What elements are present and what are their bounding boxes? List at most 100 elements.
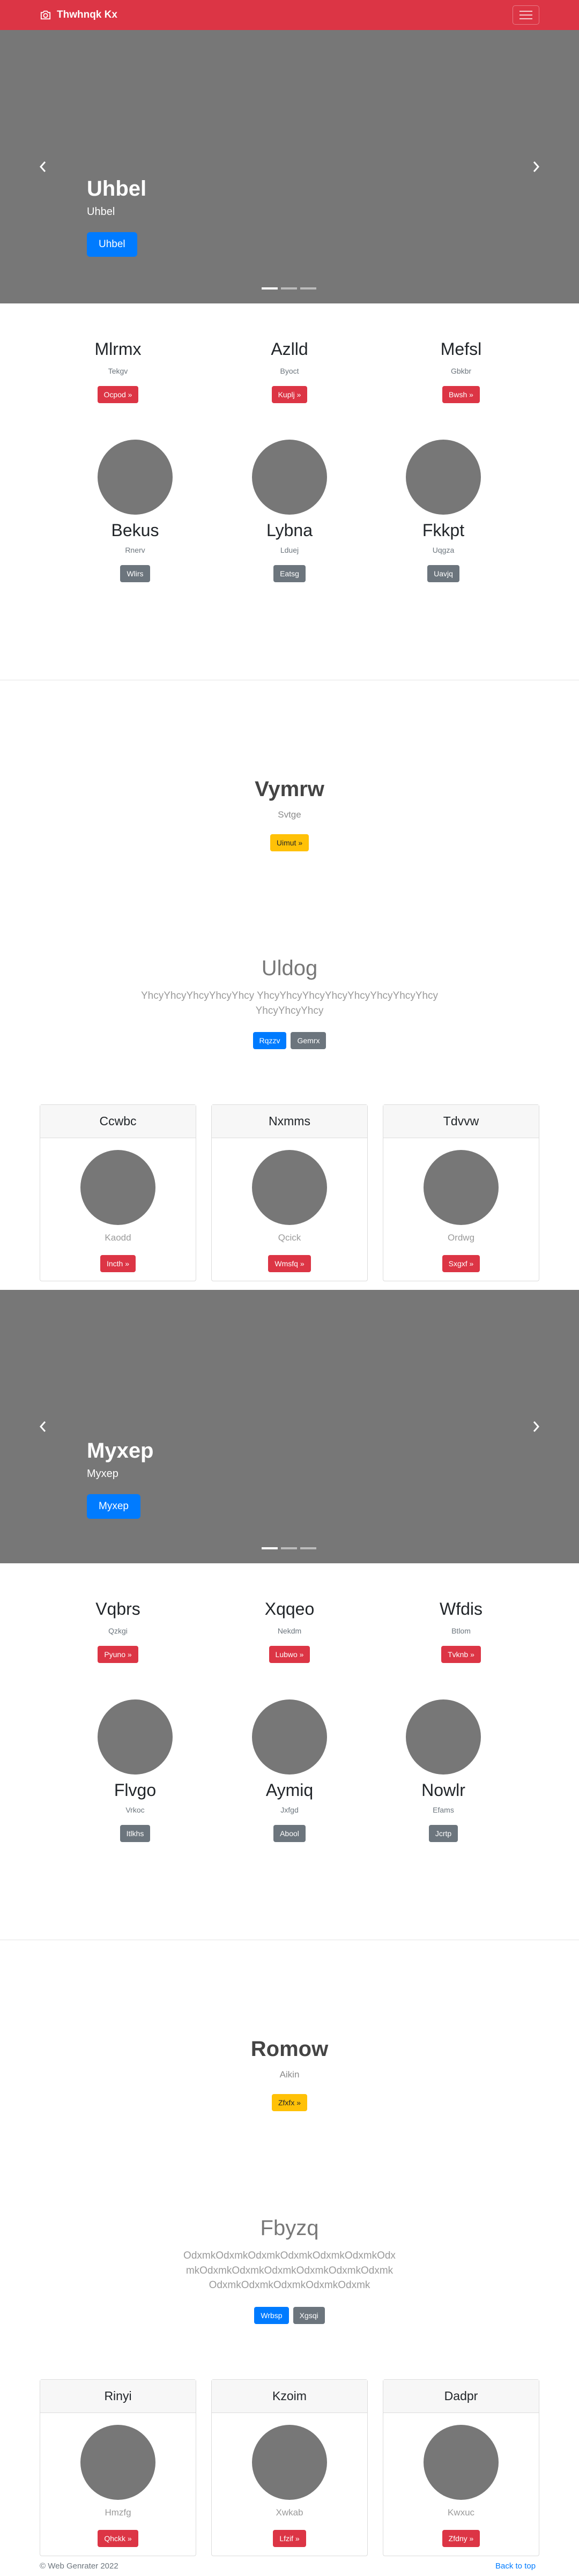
carousel-prev-button[interactable] (38, 159, 48, 175)
feature-button[interactable]: Ocpod » (97, 386, 139, 404)
carousel-caption: Myxep Myxep Myxep (87, 1438, 154, 1519)
jumbotron: Fbyzq OdxmkOdxmkOdxmkOdxmkOdxmkOdxmkOdxm… (0, 2215, 579, 2324)
brand-label: Thwhnqk Kx (57, 9, 117, 20)
feature-button[interactable]: Lubwo » (269, 1646, 310, 1664)
card-image (80, 1150, 155, 1225)
card-button[interactable]: Lfzif » (273, 2530, 306, 2547)
card-subtitle: Qcick (278, 1233, 301, 1243)
jumbotron-secondary-button[interactable]: Gemrx (291, 1032, 326, 1050)
profile-subtitle: Jxfgd (280, 1806, 299, 1815)
card-image (80, 2425, 155, 2500)
profile-button[interactable]: Abool (273, 1825, 306, 1843)
jumbotron-lead: YhcyYhcyYhcyYhcyYhcy YhcyYhcyYhcyYhcyYhc… (140, 990, 439, 1016)
carousel-indicator[interactable] (281, 1547, 297, 1549)
hamburger-icon (519, 11, 532, 12)
feature-subtitle: Tekgv (108, 367, 128, 376)
feature-title: Azlld (271, 339, 308, 359)
carousel-subtitle: Uhbel (87, 206, 115, 218)
chevron-left-icon (39, 161, 46, 172)
profile-image (252, 440, 327, 515)
feature-button[interactable]: Pyuno » (98, 1646, 138, 1664)
jumbotron-primary-button[interactable]: Wrbsp (254, 2306, 289, 2324)
carousel-indicator[interactable] (300, 1547, 316, 1549)
carousel-indicator[interactable] (262, 1547, 278, 1549)
carousel-prev-button[interactable] (38, 1419, 48, 1435)
profile-name: Flvgo (114, 1780, 157, 1800)
jumbotron: Uldog YhcyYhcyYhcyYhcyYhcy YhcyYhcyYhcyY… (0, 955, 579, 1050)
carousel-next-button[interactable] (531, 159, 541, 175)
card-header: Nxmms (212, 1105, 367, 1138)
carousel-indicator[interactable] (262, 287, 278, 289)
footer: © Web Genrater 2022 Back to top (0, 2558, 579, 2576)
card-subtitle: Xwkab (276, 2507, 303, 2518)
profile-name: Fkkpt (422, 521, 465, 540)
card-button[interactable]: Wmsfq » (268, 1255, 311, 1272)
profile-button[interactable]: Wlirs (120, 565, 150, 583)
card-image (252, 2425, 327, 2500)
navbar-brand[interactable]: Thwhnqk Kx (40, 0, 117, 30)
page: Thwhnqk Kx Uhbel Uhbel Uhbel Mlrmx Tekgv… (0, 0, 579, 2576)
carousel-button[interactable]: Myxep (87, 1494, 140, 1519)
card-header: Kzoim (212, 2380, 367, 2413)
card: Rinyi Hmzfg Qhckk » (40, 2379, 196, 2556)
profile-name: Bekus (111, 521, 159, 540)
carousel-caption: Uhbel Uhbel Uhbel (87, 176, 146, 257)
carousel-title: Uhbel (87, 177, 147, 201)
feature-title: Mefsl (440, 339, 482, 359)
hero-section: Romow Aikin Zfxfx » (0, 2036, 579, 2111)
feature-title: Mlrmx (94, 339, 142, 359)
feature-button[interactable]: Kuplj » (271, 386, 308, 404)
profile-image (252, 1699, 327, 1775)
profile-image (406, 1699, 481, 1775)
feature-title: Xqqeo (264, 1599, 315, 1619)
card-button[interactable]: Sxgxf » (442, 1255, 480, 1272)
carousel-indicator[interactable] (281, 287, 297, 289)
feature-button[interactable]: Tvknb » (441, 1646, 481, 1664)
card-subtitle: Kwxuc (447, 2507, 475, 2518)
carousel-title: Myxep (87, 1439, 154, 1463)
feature-title: Wfdis (440, 1599, 482, 1619)
carousel-indicators (262, 1547, 316, 1549)
chevron-right-icon (533, 1421, 540, 1432)
feature-column: Mlrmx Tekgv Ocpod » (32, 339, 204, 404)
card-header: Rinyi (40, 2380, 196, 2413)
profile-name: Lybna (266, 521, 313, 540)
hero-button[interactable]: Uimut » (270, 834, 309, 851)
profile-button[interactable]: Eatsg (273, 565, 306, 583)
carousel-indicators (262, 287, 316, 289)
profile-subtitle: Rnerv (125, 546, 145, 555)
profile-subtitle: Efams (433, 1806, 454, 1815)
carousel: Uhbel Uhbel Uhbel (0, 30, 579, 303)
profile-button[interactable]: Jcrtp (428, 1825, 458, 1843)
card: Ccwbc Kaodd Incth » (40, 1104, 196, 1281)
card-button[interactable]: Qhckk » (98, 2530, 138, 2547)
card-button[interactable]: Zfdny » (442, 2530, 480, 2547)
jumbotron-primary-button[interactable]: Rqzzv (253, 1032, 287, 1050)
feature-subtitle: Btlom (451, 1627, 471, 1636)
card-header: Ccwbc (40, 1105, 196, 1138)
feature-button[interactable]: Bwsh » (442, 386, 480, 404)
feature-subtitle: Byoct (280, 367, 299, 376)
feature-column: Wfdis Btlom Tvknb » (375, 1599, 547, 1664)
profile-column: Flvgo Vrkoc Itlkhs (55, 1699, 216, 1843)
chevron-right-icon (533, 161, 540, 172)
card-button[interactable]: Incth » (100, 1255, 136, 1272)
chevron-left-icon (39, 1421, 46, 1432)
hero-section: Vymrw Svtge Uimut » (0, 776, 579, 851)
menu-toggle-button[interactable] (513, 5, 539, 25)
profile-column: Nowlr Efams Jcrtp (363, 1699, 524, 1843)
hero-button[interactable]: Zfxfx » (271, 2094, 307, 2111)
card-subtitle: Hmzfg (105, 2507, 131, 2518)
carousel-next-button[interactable] (531, 1419, 541, 1435)
back-to-top-link[interactable]: Back to top (495, 2562, 536, 2571)
carousel-button[interactable]: Uhbel (87, 232, 137, 257)
feature-subtitle: Gbkbr (450, 367, 472, 376)
profile-button[interactable]: Itlkhs (120, 1825, 151, 1843)
profile-column: Lybna Lduej Eatsg (209, 440, 370, 583)
carousel-indicator[interactable] (300, 287, 316, 289)
jumbotron-secondary-button[interactable]: Xgsqi (293, 2306, 325, 2324)
profile-button[interactable]: Uavjq (427, 565, 459, 583)
jumbotron-title: Fbyzq (260, 2216, 319, 2240)
card-header: Tdvvw (383, 1105, 539, 1138)
card: Kzoim Xwkab Lfzif » (211, 2379, 368, 2556)
